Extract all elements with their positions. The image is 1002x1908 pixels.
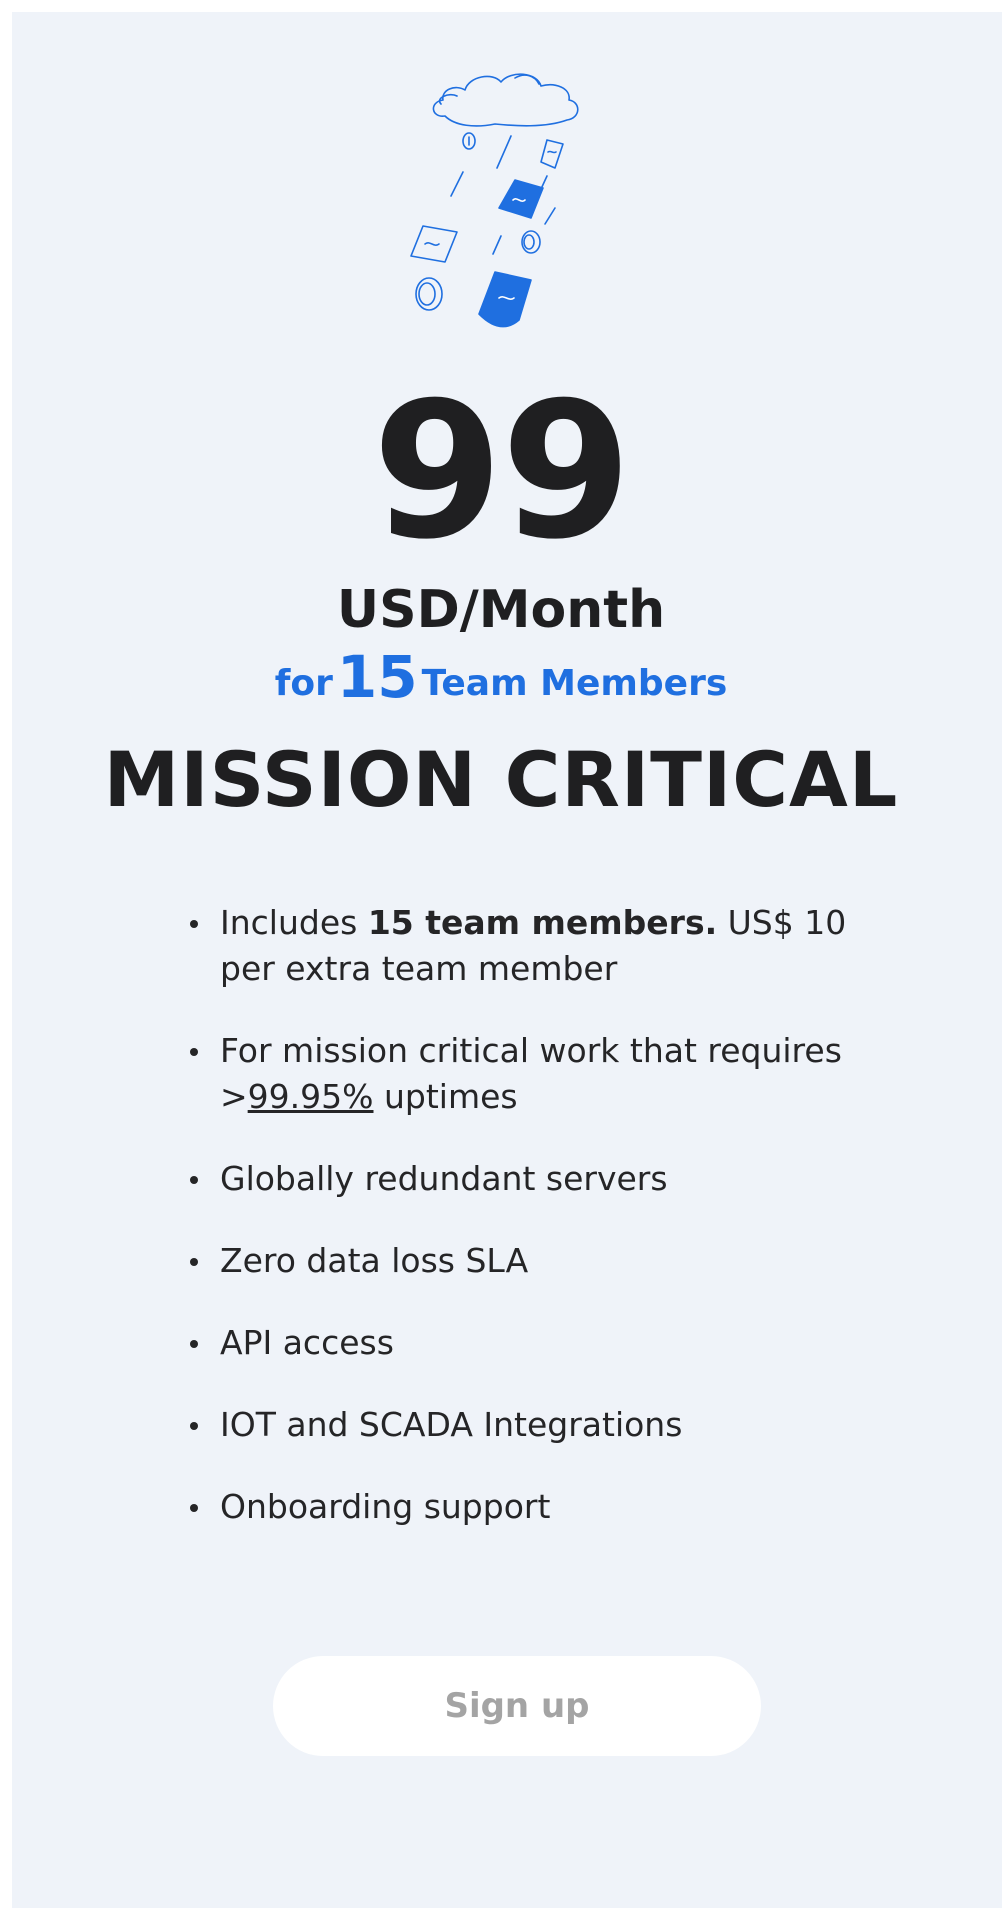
bullet-icon: [190, 1048, 198, 1056]
sign-up-button[interactable]: Sign up: [273, 1656, 761, 1756]
plan-name: MISSION CRITICAL: [103, 735, 899, 824]
price-period: USD/Month: [336, 580, 666, 640]
feature-text: API access: [220, 1323, 394, 1362]
feature-item: IOT and SCADA Integrations: [184, 1402, 904, 1448]
feature-list: Includes 15 team members. US$ 10 per ext…: [184, 900, 904, 1566]
feature-text: Includes: [220, 903, 368, 942]
feature-text-bold: 15 team members.: [367, 903, 718, 942]
feature-text: Onboarding support: [220, 1487, 551, 1526]
feature-text: Zero data loss SLA: [220, 1241, 529, 1280]
bullet-icon: [190, 1504, 198, 1512]
bullet-icon: [190, 1258, 198, 1266]
money-rain-icon: [410, 73, 579, 328]
members-prefix: for: [274, 663, 333, 704]
bullet-icon: [190, 1422, 198, 1430]
bullet-icon: [190, 1176, 198, 1184]
feature-item: For mission critical work that requires …: [184, 1028, 904, 1120]
team-members-line: for15 Team Members: [0, 648, 1002, 706]
feature-text: Globally redundant servers: [220, 1159, 668, 1198]
bullet-icon: [190, 920, 198, 928]
price-amount: 99: [372, 362, 632, 581]
members-suffix: Team Members: [421, 663, 728, 704]
feature-item: Globally redundant servers: [184, 1156, 904, 1202]
feature-item: API access: [184, 1320, 904, 1366]
feature-item: Zero data loss SLA: [184, 1238, 904, 1284]
feature-item: Onboarding support: [184, 1484, 904, 1530]
feature-item: Includes 15 team members. US$ 10 per ext…: [184, 900, 904, 992]
members-count: 15: [336, 643, 418, 711]
bullet-icon: [190, 1340, 198, 1348]
feature-text: uptimes: [373, 1077, 518, 1116]
uptime-value: 99.95%: [247, 1077, 374, 1116]
feature-text: IOT and SCADA Integrations: [220, 1405, 683, 1444]
